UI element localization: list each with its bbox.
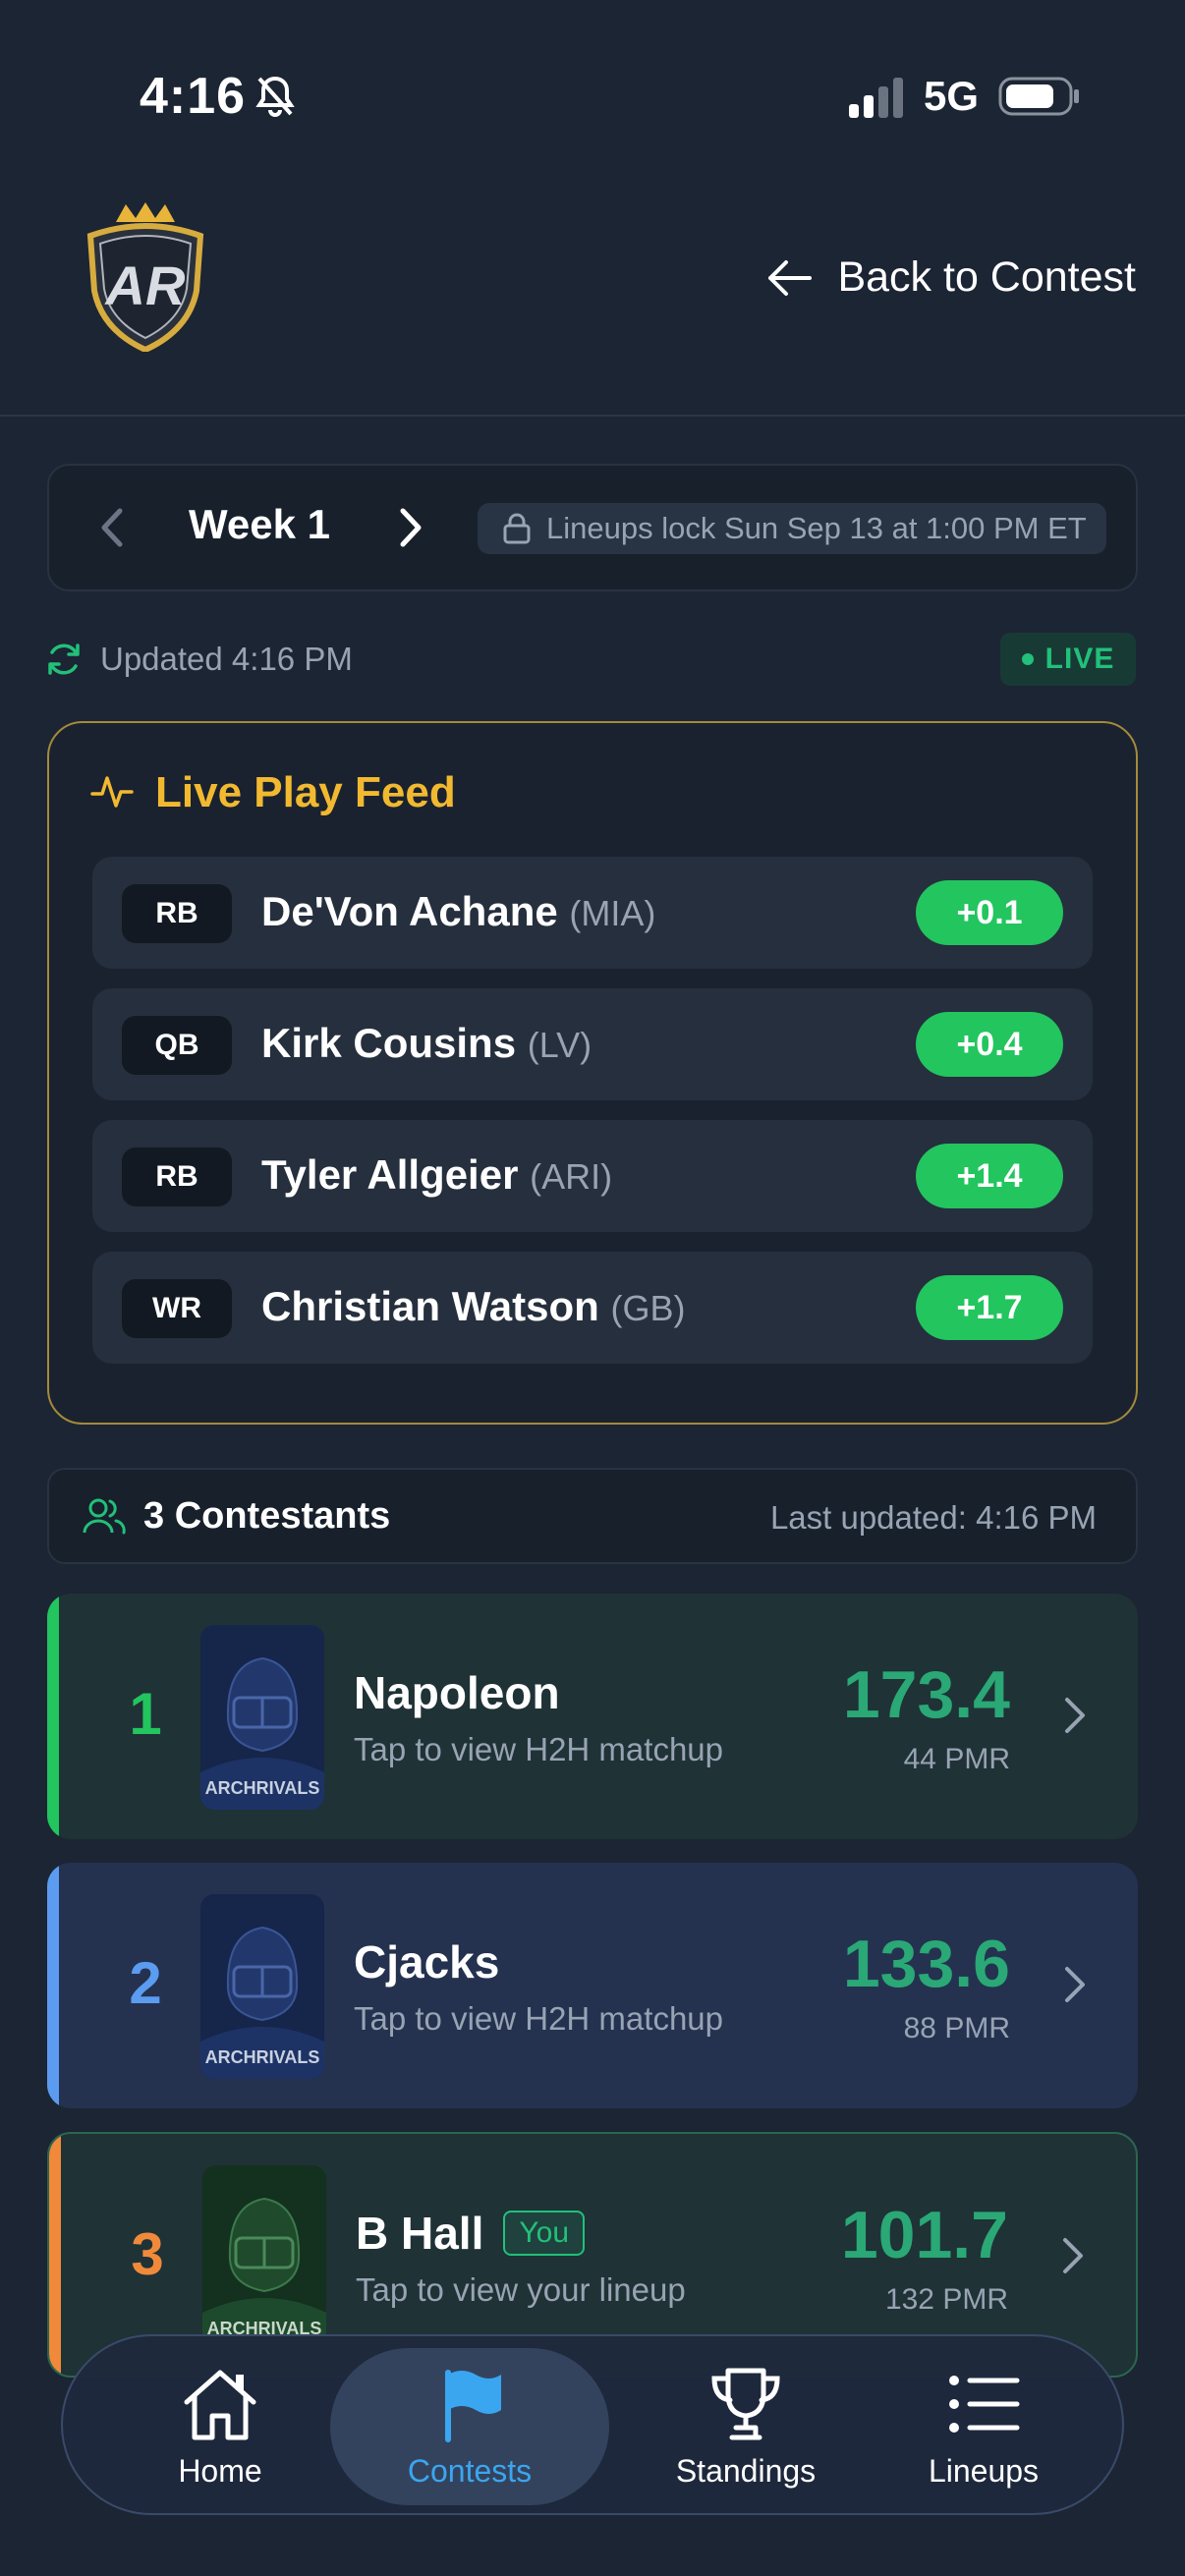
- contestant-score: 101.7: [840, 2198, 1008, 2272]
- nav-contests[interactable]: Contests: [330, 2348, 609, 2505]
- signal-icon: [849, 78, 903, 118]
- points-badge: +1.7: [916, 1275, 1063, 1340]
- player-name-text: Tyler Allgeier: [261, 1151, 519, 1198]
- avatar: ARCHRIVALS: [200, 1625, 324, 1810]
- nav-standings[interactable]: Standings: [633, 2336, 859, 2517]
- activity-pulse-icon: [90, 776, 134, 808]
- week-next-button[interactable]: [395, 503, 428, 552]
- contestant-pmr: 44 PMR: [903, 1743, 1010, 1775]
- back-label: Back to Contest: [837, 253, 1136, 301]
- position-badge: WR: [122, 1279, 232, 1338]
- player-team: (ARI): [530, 1156, 613, 1197]
- live-badge: LIVE: [1000, 633, 1136, 686]
- rank-stripe: [49, 2134, 61, 2376]
- contestant-name: B Hall You: [356, 2207, 585, 2260]
- refresh-icon[interactable]: [45, 641, 83, 678]
- avatar-watermark: ARCHRIVALS: [205, 1778, 320, 1798]
- nav-home[interactable]: Home: [122, 2336, 318, 2517]
- rank-number: 1: [129, 1681, 162, 1747]
- bottom-nav: Home Contests Standings Lineups: [61, 2334, 1124, 2515]
- player-name: De'Von Achane (MIA): [261, 888, 655, 935]
- last-updated: Last updated: 4:16 PM: [769, 1499, 1097, 1536]
- feed-row[interactable]: RB De'Von Achane (MIA) +0.1: [92, 857, 1093, 969]
- logo-text: AR: [104, 254, 186, 316]
- header-divider: [0, 415, 1185, 417]
- feed-title: Live Play Feed: [155, 768, 456, 816]
- lock-text: Lineups lock Sun Sep 13 at 1:00 PM ET: [546, 511, 1087, 545]
- rank-stripe: [47, 1594, 59, 1839]
- network-label: 5G: [924, 73, 980, 119]
- rank-stripe: [47, 1863, 59, 2108]
- you-badge: You: [503, 2211, 585, 2256]
- player-name-text: Kirk Cousins: [261, 1020, 517, 1066]
- feed-row[interactable]: QB Kirk Cousins (LV) +0.4: [92, 988, 1093, 1100]
- updated-text: Updated 4:16 PM: [100, 641, 353, 677]
- avatar: ARCHRIVALS: [200, 1894, 324, 2079]
- chevron-right-icon: [1065, 1698, 1085, 1733]
- battery-icon: [998, 77, 1079, 116]
- lineup-lock-notice: Lineups lock Sun Sep 13 at 1:00 PM ET: [478, 503, 1106, 554]
- contestant-subtitle: Tap to view H2H matchup: [354, 1731, 724, 1767]
- live-label: LIVE: [1044, 643, 1115, 675]
- avatar: ARCHRIVALS: [202, 2165, 326, 2350]
- points-badge: +1.4: [916, 1144, 1063, 1208]
- rank-number: 3: [131, 2221, 164, 2287]
- status-time: 4:16: [140, 68, 247, 125]
- position-badge: QB: [122, 1016, 232, 1075]
- player-team: (LV): [527, 1025, 592, 1065]
- contestant-subtitle: Tap to view H2H matchup: [354, 2000, 724, 2037]
- player-team: (MIA): [569, 893, 656, 933]
- contestant-card[interactable]: 2 ARCHRIVALS Cjacks Tap to view H2H matc…: [47, 1863, 1138, 2108]
- player-team: (GB): [610, 1288, 686, 1328]
- contestant-card[interactable]: 1 ARCHRIVALS Napoleon Tap to view H2H ma…: [47, 1594, 1138, 1839]
- chevron-right-icon: [1065, 1967, 1085, 2002]
- position-badge: RB: [122, 884, 232, 943]
- player-name-text: De'Von Achane: [261, 888, 558, 934]
- feed-row[interactable]: WR Christian Watson (GB) +1.7: [92, 1252, 1093, 1364]
- player-name: Christian Watson (GB): [261, 1283, 685, 1330]
- nav-lineups[interactable]: Lineups: [880, 2336, 1087, 2517]
- trophy-icon: [711, 2368, 780, 2439]
- contestant-name: Napoleon: [354, 1666, 560, 1719]
- chevron-right-icon: [1063, 2238, 1083, 2273]
- nav-standings-label: Standings: [675, 2452, 817, 2489]
- contestant-name-text: B Hall: [356, 2208, 484, 2259]
- back-to-contest-link[interactable]: Back to Contest: [766, 253, 1136, 302]
- list-icon: [949, 2375, 1020, 2433]
- contestant-subtitle: Tap to view your lineup: [356, 2271, 686, 2308]
- nav-home-label: Home: [178, 2452, 262, 2489]
- contestant-name-text: Napoleon: [354, 1667, 560, 1718]
- app-logo[interactable]: AR: [79, 202, 212, 352]
- week-label: Week 1: [189, 501, 330, 547]
- contestant-name: Cjacks: [354, 1935, 499, 1988]
- feed-row[interactable]: RB Tyler Allgeier (ARI) +1.4: [92, 1120, 1093, 1232]
- position-badge: RB: [122, 1148, 232, 1206]
- live-dot-icon: [1021, 653, 1034, 665]
- flag-icon: [445, 2369, 501, 2442]
- contestant-pmr: 132 PMR: [884, 2283, 1008, 2316]
- arrow-left-icon: [768, 259, 813, 296]
- contestant-score: 173.4: [842, 1657, 1010, 1732]
- rank-number: 2: [129, 1950, 162, 2016]
- avatar-watermark: ARCHRIVALS: [205, 2047, 320, 2067]
- points-badge: +0.1: [916, 880, 1063, 945]
- week-prev-button[interactable]: [94, 503, 128, 552]
- contestant-score: 133.6: [842, 1927, 1010, 2001]
- nav-lineups-label: Lineups: [928, 2452, 1040, 2489]
- nav-contests-label: Contests: [407, 2452, 533, 2489]
- home-icon: [184, 2370, 256, 2439]
- lock-icon: [503, 513, 531, 544]
- bell-slash-icon: [255, 76, 295, 117]
- player-name: Kirk Cousins (LV): [261, 1020, 592, 1067]
- users-icon: [83, 1498, 126, 1535]
- contestant-pmr: 88 PMR: [903, 2012, 1010, 2044]
- player-name-text: Christian Watson: [261, 1283, 599, 1329]
- player-name: Tyler Allgeier (ARI): [261, 1151, 612, 1199]
- points-badge: +0.4: [916, 1012, 1063, 1077]
- contestants-count: 3 Contestants: [143, 1495, 391, 1537]
- contestant-name-text: Cjacks: [354, 1936, 500, 1988]
